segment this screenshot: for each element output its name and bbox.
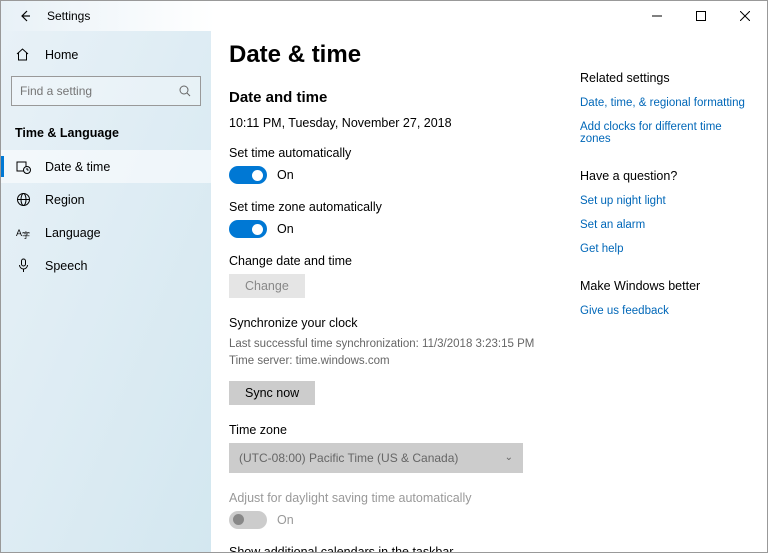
change-button: Change bbox=[229, 274, 305, 298]
home-icon bbox=[15, 47, 31, 62]
nav-language[interactable]: A字 Language bbox=[1, 216, 211, 249]
link-add-clocks[interactable]: Add clocks for different time zones bbox=[580, 121, 745, 145]
toggle-state: On bbox=[277, 513, 294, 527]
link-night-light[interactable]: Set up night light bbox=[580, 195, 745, 207]
link-get-help[interactable]: Get help bbox=[580, 243, 745, 255]
search-input[interactable] bbox=[20, 84, 178, 98]
globe-icon bbox=[15, 192, 31, 207]
search-icon bbox=[178, 84, 192, 98]
minimize-button[interactable] bbox=[635, 1, 679, 31]
close-button[interactable] bbox=[723, 1, 767, 31]
toggle-state: On bbox=[277, 168, 294, 182]
sync-last: Last successful time synchronization: 11… bbox=[229, 336, 580, 353]
set-tz-auto-label: Set time zone automatically bbox=[229, 200, 580, 214]
nav-date-time[interactable]: Date & time bbox=[1, 150, 211, 183]
change-date-time-label: Change date and time bbox=[229, 254, 580, 268]
search-box[interactable] bbox=[11, 76, 201, 106]
set-time-auto-label: Set time automatically bbox=[229, 146, 580, 160]
nav-label: Date & time bbox=[45, 160, 110, 174]
language-icon: A字 bbox=[15, 225, 31, 240]
sync-server: Time server: time.windows.com bbox=[229, 353, 580, 370]
sync-info: Last successful time synchronization: 11… bbox=[229, 336, 580, 371]
link-regional-formatting[interactable]: Date, time, & regional formatting bbox=[580, 97, 745, 109]
dst-label: Adjust for daylight saving time automati… bbox=[229, 491, 580, 505]
window-title: Settings bbox=[47, 9, 90, 23]
nav-label: Language bbox=[45, 226, 101, 240]
content: Date & time Date and time 10:11 PM, Tues… bbox=[229, 41, 580, 552]
sync-heading: Synchronize your clock bbox=[229, 316, 580, 330]
page-title: Date & time bbox=[229, 41, 580, 69]
question-heading: Have a question? bbox=[580, 169, 745, 183]
addl-cal-label: Show additional calendars in the taskbar bbox=[229, 545, 580, 553]
mic-icon bbox=[15, 258, 31, 273]
link-set-alarm[interactable]: Set an alarm bbox=[580, 219, 745, 231]
chevron-down-icon: ⌄ bbox=[505, 452, 513, 463]
category-title: Time & Language bbox=[1, 118, 211, 150]
timezone-label: Time zone bbox=[229, 423, 580, 437]
section-date-time: Date and time bbox=[229, 89, 580, 106]
timezone-value: (UTC-08:00) Pacific Time (US & Canada) bbox=[239, 451, 458, 465]
home-nav[interactable]: Home bbox=[1, 39, 211, 70]
link-feedback[interactable]: Give us feedback bbox=[580, 305, 745, 317]
current-datetime: 10:11 PM, Tuesday, November 27, 2018 bbox=[229, 116, 580, 130]
set-time-auto-toggle[interactable] bbox=[229, 166, 267, 184]
sidebar: Home Time & Language Date & time Region … bbox=[1, 31, 211, 552]
nav-label: Region bbox=[45, 193, 85, 207]
nav-speech[interactable]: Speech bbox=[1, 249, 211, 282]
back-button[interactable] bbox=[13, 4, 37, 28]
titlebar: Settings bbox=[1, 1, 767, 31]
set-tz-auto-toggle[interactable] bbox=[229, 220, 267, 238]
svg-text:字: 字 bbox=[22, 230, 30, 240]
timezone-dropdown: (UTC-08:00) Pacific Time (US & Canada) ⌄ bbox=[229, 443, 523, 473]
home-label: Home bbox=[45, 48, 78, 62]
maximize-button[interactable] bbox=[679, 1, 723, 31]
sync-now-button[interactable]: Sync now bbox=[229, 381, 315, 405]
date-time-icon bbox=[15, 159, 31, 174]
better-heading: Make Windows better bbox=[580, 279, 745, 293]
nav-region[interactable]: Region bbox=[1, 183, 211, 216]
toggle-state: On bbox=[277, 222, 294, 236]
related-heading: Related settings bbox=[580, 71, 745, 85]
nav-label: Speech bbox=[45, 259, 87, 273]
side-panel: Related settings Date, time, & regional … bbox=[580, 41, 745, 552]
dst-toggle bbox=[229, 511, 267, 529]
